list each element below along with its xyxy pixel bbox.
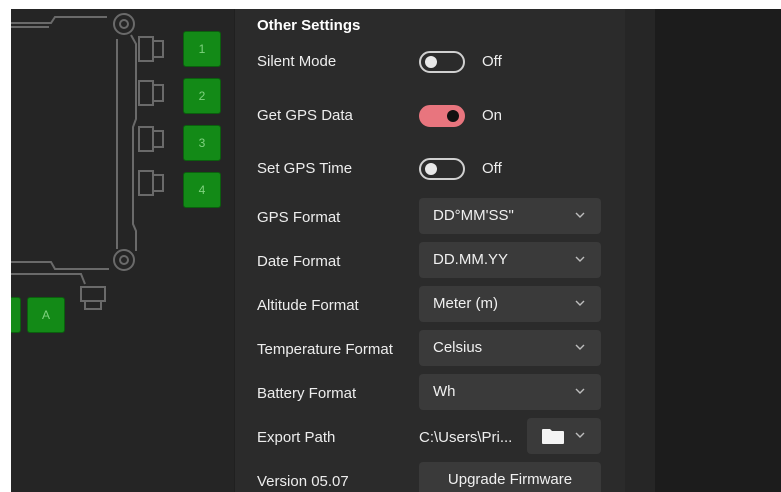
port-a-button[interactable]: A xyxy=(27,297,65,333)
battery-format-select[interactable]: Wh xyxy=(419,374,601,410)
date-format-select[interactable]: DD.MM.YY xyxy=(419,242,601,278)
port-a-label: A xyxy=(41,308,50,322)
port-4-label: 4 xyxy=(198,183,206,197)
chevron-down-icon xyxy=(575,256,585,262)
chevron-down-icon xyxy=(575,212,585,218)
empty-pane xyxy=(655,9,781,492)
version-label: Version 05.07 xyxy=(257,473,349,490)
port-1-button[interactable]: 1 xyxy=(183,31,221,67)
chevron-down-icon xyxy=(575,300,585,306)
port-3-label: 3 xyxy=(198,136,206,150)
port-2-button[interactable]: 2 xyxy=(183,78,221,114)
folder-icon xyxy=(542,429,564,444)
port-2-label: 2 xyxy=(198,89,206,103)
chevron-down-icon xyxy=(575,388,585,394)
browse-folder-button[interactable] xyxy=(527,418,601,454)
date-format-value: DD.MM.YY xyxy=(433,251,508,268)
temperature-format-value: Celsius xyxy=(433,339,483,356)
toggle-knob xyxy=(425,56,437,68)
battery-format-value: Wh xyxy=(433,383,456,400)
get-gps-data-toggle[interactable] xyxy=(419,105,465,127)
altitude-format-label: Altitude Format xyxy=(257,297,359,314)
toggle-knob xyxy=(447,110,459,122)
set-gps-time-toggle[interactable] xyxy=(419,158,465,180)
port-1-label: 1 xyxy=(198,42,206,56)
device-diagram: 1 2 3 4 A xyxy=(11,9,234,492)
port-left-button[interactable] xyxy=(11,297,21,333)
port-3-button[interactable]: 3 xyxy=(183,125,221,161)
chevron-down-icon xyxy=(575,432,585,438)
other-settings-panel: Other Settings Silent Mode Off Get GPS D… xyxy=(235,9,625,492)
get-gps-data-label: Get GPS Data xyxy=(257,107,353,124)
upgrade-firmware-button[interactable]: Upgrade Firmware xyxy=(419,462,601,492)
altitude-format-select[interactable]: Meter (m) xyxy=(419,286,601,322)
battery-format-label: Battery Format xyxy=(257,385,357,402)
silent-mode-toggle[interactable] xyxy=(419,51,465,73)
gps-format-label: GPS Format xyxy=(257,209,341,226)
date-format-label: Date Format xyxy=(257,253,341,270)
app-window: 1 2 3 4 A Other Settings Silent Mode Off… xyxy=(11,9,781,492)
export-path-value: C:\Users\Pri... xyxy=(419,429,513,446)
temperature-format-label: Temperature Format xyxy=(257,341,393,358)
temperature-format-select[interactable]: Celsius xyxy=(419,330,601,366)
port-4-button[interactable]: 4 xyxy=(183,172,221,208)
section-title: Other Settings xyxy=(257,17,361,34)
chevron-down-icon xyxy=(575,344,585,350)
get-gps-data-state: On xyxy=(482,107,503,124)
divider-strip xyxy=(625,9,655,492)
set-gps-time-state: Off xyxy=(482,160,502,177)
gps-format-value: DD°MM'SS" xyxy=(433,207,514,224)
silent-mode-state: Off xyxy=(482,53,502,70)
altitude-format-value: Meter (m) xyxy=(433,295,498,312)
toggle-knob xyxy=(425,163,437,175)
set-gps-time-label: Set GPS Time xyxy=(257,160,353,177)
silent-mode-label: Silent Mode xyxy=(257,53,337,70)
export-path-label: Export Path xyxy=(257,429,336,446)
gps-format-select[interactable]: DD°MM'SS" xyxy=(419,198,601,234)
